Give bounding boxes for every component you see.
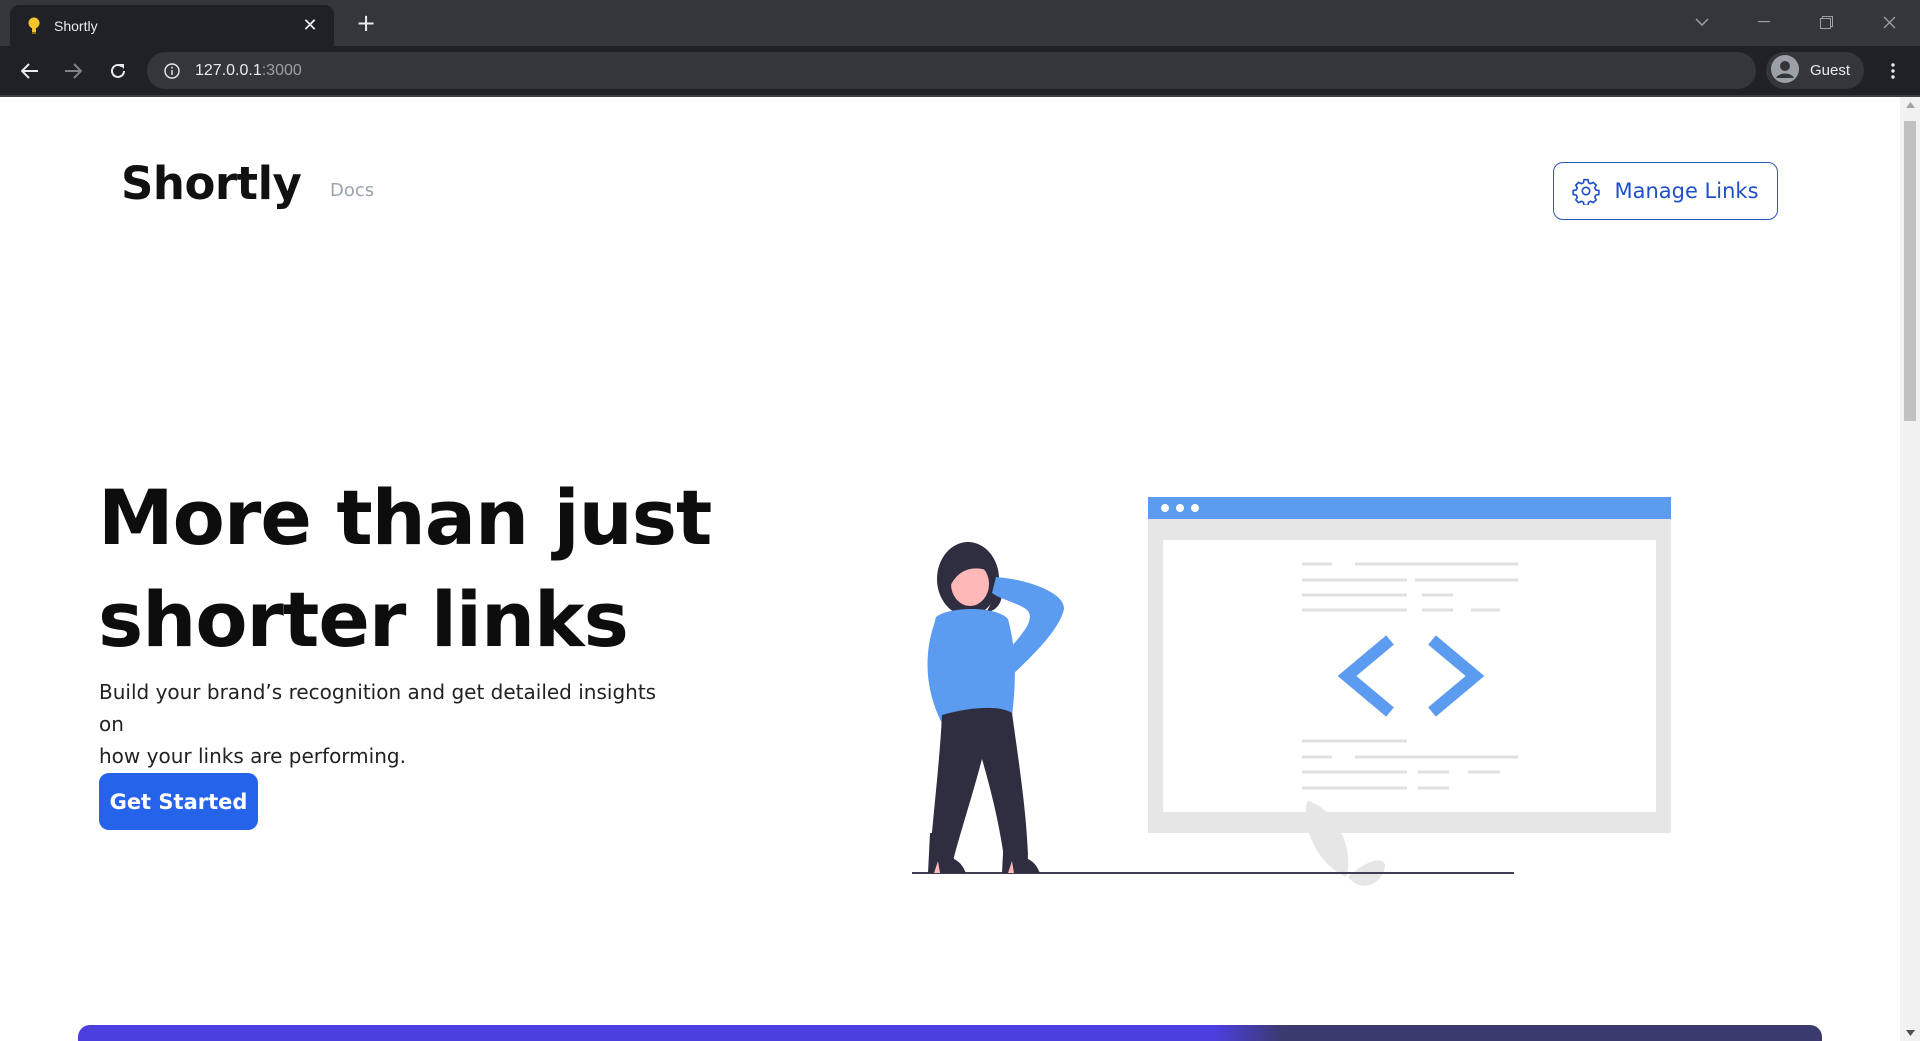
site-info-icon[interactable] — [163, 62, 181, 80]
hero-illustration — [912, 497, 1671, 886]
page-scrollbar[interactable] — [1900, 97, 1920, 1041]
scroll-down-arrow-icon[interactable] — [1900, 1025, 1920, 1041]
url-port: :3000 — [261, 61, 302, 79]
avatar-icon — [1771, 54, 1799, 87]
manage-links-label: Manage Links — [1614, 179, 1759, 203]
lightbulb-favicon-icon — [26, 15, 42, 37]
profile-button[interactable]: Guest — [1766, 52, 1864, 89]
new-tab-plus-icon[interactable]: + — [352, 10, 380, 38]
profile-label: Guest — [1810, 62, 1851, 79]
hero-subtitle-line1: Build your brand’s recognition and get d… — [99, 680, 657, 736]
tab-close-icon[interactable]: ✕ — [300, 15, 320, 36]
gear-icon — [1572, 177, 1601, 205]
address-bar[interactable]: 127.0.0.1:3000 — [147, 52, 1756, 89]
browser-tabstrip: Shortly ✕ + — [0, 0, 1920, 46]
nav-link-docs[interactable]: Docs — [330, 180, 374, 201]
hero-subtitle: Build your brand’s recognition and get d… — [99, 676, 679, 772]
back-arrow-icon[interactable] — [15, 56, 45, 86]
forward-arrow-icon[interactable] — [58, 56, 88, 86]
scroll-up-arrow-icon[interactable] — [1900, 97, 1920, 113]
tab-search-chevron-icon[interactable] — [1682, 8, 1722, 36]
browser-toolbar: 127.0.0.1:3000 Guest — [0, 46, 1920, 95]
woman-illustration — [927, 542, 1065, 873]
reload-icon[interactable] — [103, 56, 133, 86]
get-started-button[interactable]: Get Started — [99, 773, 258, 830]
window-restore-icon[interactable] — [1806, 8, 1846, 36]
tab-title: Shortly — [54, 17, 98, 34]
stats-section-band — [78, 1025, 1822, 1041]
page-viewport: Shortly Docs Manage Links More than just… — [0, 97, 1900, 1041]
url-host: 127.0.0.1 — [195, 61, 262, 79]
window-close-icon[interactable] — [1869, 8, 1909, 36]
hero-title: More than just shorter links — [98, 467, 738, 671]
hero-title-line1: More than just — [98, 473, 712, 562]
browser-tab-active[interactable]: Shortly ✕ — [10, 5, 334, 46]
window-minimize-icon[interactable] — [1744, 8, 1784, 36]
hero-subtitle-line2: how your links are performing. — [99, 744, 406, 768]
manage-links-button[interactable]: Manage Links — [1553, 162, 1778, 220]
scrollbar-thumb[interactable] — [1904, 121, 1916, 421]
brand-logo[interactable]: Shortly — [121, 157, 302, 210]
hero-title-line2: shorter links — [98, 575, 629, 664]
code-window-illustration — [1148, 497, 1671, 833]
browser-menu-kebab-icon[interactable] — [1878, 56, 1908, 86]
